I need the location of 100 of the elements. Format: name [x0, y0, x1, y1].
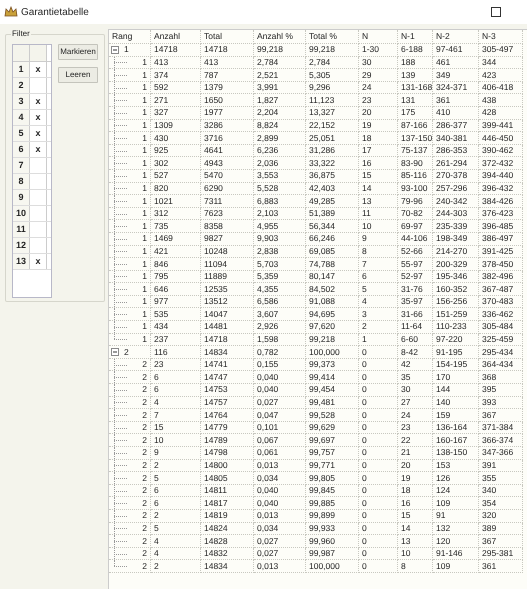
table-cell: 7 — [154, 408, 159, 422]
table-cell: 93-100 — [401, 182, 428, 195]
table-cell: 787 — [204, 68, 218, 82]
table-cell: 24 — [401, 408, 410, 422]
table-cell-text: 2 — [142, 484, 148, 497]
table-cell: 22,152 — [309, 118, 335, 132]
row-header[interactable]: 6 — [13, 142, 30, 157]
table-cell: 2,926 — [257, 320, 278, 334]
column-header[interactable]: N-1 — [401, 30, 415, 43]
table-cell: 2 — [154, 509, 159, 522]
table-cell: 0 — [362, 472, 367, 484]
table-cell: 14824 — [204, 522, 228, 535]
filter-button[interactable]: Markieren — [58, 44, 98, 60]
table-cell: 66,246 — [309, 232, 335, 246]
column-header[interactable]: Total — [204, 30, 222, 43]
row-header[interactable]: 2 — [13, 78, 30, 93]
table-cell: 3 — [362, 308, 367, 321]
table-cell-text: 1 — [142, 220, 148, 232]
table-cell: 410 — [436, 106, 450, 120]
table-cell: 0 — [362, 383, 367, 396]
table-cell: 99,629 — [309, 421, 335, 434]
table-cell: 376-423 — [482, 207, 514, 220]
table-cell: 286-353 — [436, 144, 468, 157]
table-cell-text: 2 — [142, 472, 148, 484]
table-cell: 6,236 — [257, 144, 278, 157]
table-cell: 0 — [362, 484, 367, 497]
table-cell: 0,013 — [257, 459, 278, 472]
table-cell: 69,085 — [309, 244, 335, 258]
table-cell: 137-150 — [401, 132, 432, 144]
table-cell-text: 1 — [142, 194, 148, 208]
table-cell: 8-42 — [401, 346, 418, 358]
table-cell: 14819 — [204, 509, 228, 522]
table-cell: 131 — [401, 94, 416, 107]
table-cell: 4 — [362, 295, 367, 308]
table-cell: 324-371 — [436, 81, 468, 94]
table-cell: 2,784 — [309, 56, 330, 69]
table-cell: 25,051 — [309, 132, 335, 144]
column-header[interactable]: N-3 — [482, 30, 496, 43]
table-cell: 286-377 — [436, 118, 468, 132]
collapse-icon[interactable] — [111, 348, 119, 356]
grid-cell[interactable]: x — [30, 126, 47, 141]
table-cell-text: 2 — [142, 421, 148, 434]
table-cell: 14779 — [204, 421, 228, 434]
column-header[interactable]: Total % — [309, 30, 337, 43]
table-cell: 109 — [436, 496, 450, 510]
table-cell: 15 — [401, 509, 410, 522]
table-cell: 340-381 — [436, 132, 468, 144]
table-cell: 1469 — [154, 232, 173, 246]
grid-cell[interactable]: x — [30, 254, 47, 269]
grid-cell[interactable]: x — [30, 110, 47, 125]
table-cell: 56,344 — [309, 220, 335, 232]
table-cell: 413 — [154, 56, 168, 69]
row-header[interactable]: 3 — [13, 94, 30, 109]
table-cell-text: 1 — [142, 232, 148, 246]
row-header[interactable]: 10 — [13, 206, 30, 221]
row-header[interactable]: 9 — [13, 190, 30, 205]
maximize-icon[interactable] — [491, 7, 501, 17]
table-cell: 325-459 — [482, 333, 514, 346]
row-header[interactable]: 4 — [13, 110, 30, 125]
table-cell: 31-76 — [401, 282, 423, 296]
column-header[interactable]: Anzahl — [154, 30, 180, 43]
row-header[interactable]: 13 — [13, 254, 30, 269]
grid-cell[interactable]: x — [30, 94, 47, 109]
table-cell: 371-384 — [482, 421, 514, 434]
grid-cell[interactable]: x — [30, 62, 47, 77]
table-cell: 97,620 — [309, 320, 335, 334]
row-header[interactable]: 5 — [13, 126, 30, 141]
collapse-icon[interactable] — [111, 46, 119, 54]
table-cell: 5470 — [204, 169, 223, 182]
table-cell: 406-418 — [482, 81, 514, 94]
column-header[interactable]: Anzahl % — [257, 30, 293, 43]
row-header[interactable]: 8 — [13, 174, 30, 189]
table-cell: 1650 — [204, 94, 223, 107]
table-cell: 6 — [154, 484, 159, 497]
column-header[interactable]: N — [362, 30, 368, 43]
table-cell: 13512 — [204, 295, 228, 308]
table-cell: 35-97 — [401, 295, 423, 308]
table-cell-text: 2 — [142, 370, 148, 384]
column-header[interactable]: Rang — [112, 30, 132, 43]
table-cell: 70-82 — [401, 207, 423, 220]
table-cell: 99,218 — [309, 333, 335, 346]
grid-cell[interactable]: x — [30, 142, 47, 157]
table-cell-text: 1 — [142, 132, 148, 144]
table-cell: 399-441 — [482, 118, 514, 132]
table-cell: 3,553 — [257, 169, 278, 182]
table-cell: 12535 — [204, 282, 228, 296]
table-cell: 14798 — [204, 446, 228, 460]
table-cell: 0 — [362, 446, 367, 460]
table-cell: 80,147 — [309, 270, 335, 283]
column-header[interactable]: N-2 — [436, 30, 450, 43]
table-cell: 977 — [154, 295, 168, 308]
table-cell: 156-256 — [436, 295, 468, 308]
row-header[interactable]: 1 — [13, 62, 30, 77]
table-cell: 270-378 — [436, 169, 468, 182]
table-cell: 0,040 — [257, 496, 278, 510]
row-header[interactable]: 12 — [13, 238, 30, 253]
filter-button[interactable]: Leeren — [58, 67, 98, 83]
row-header[interactable]: 7 — [13, 158, 30, 173]
table-cell: 99,454 — [309, 383, 335, 396]
row-header[interactable]: 11 — [13, 222, 30, 237]
